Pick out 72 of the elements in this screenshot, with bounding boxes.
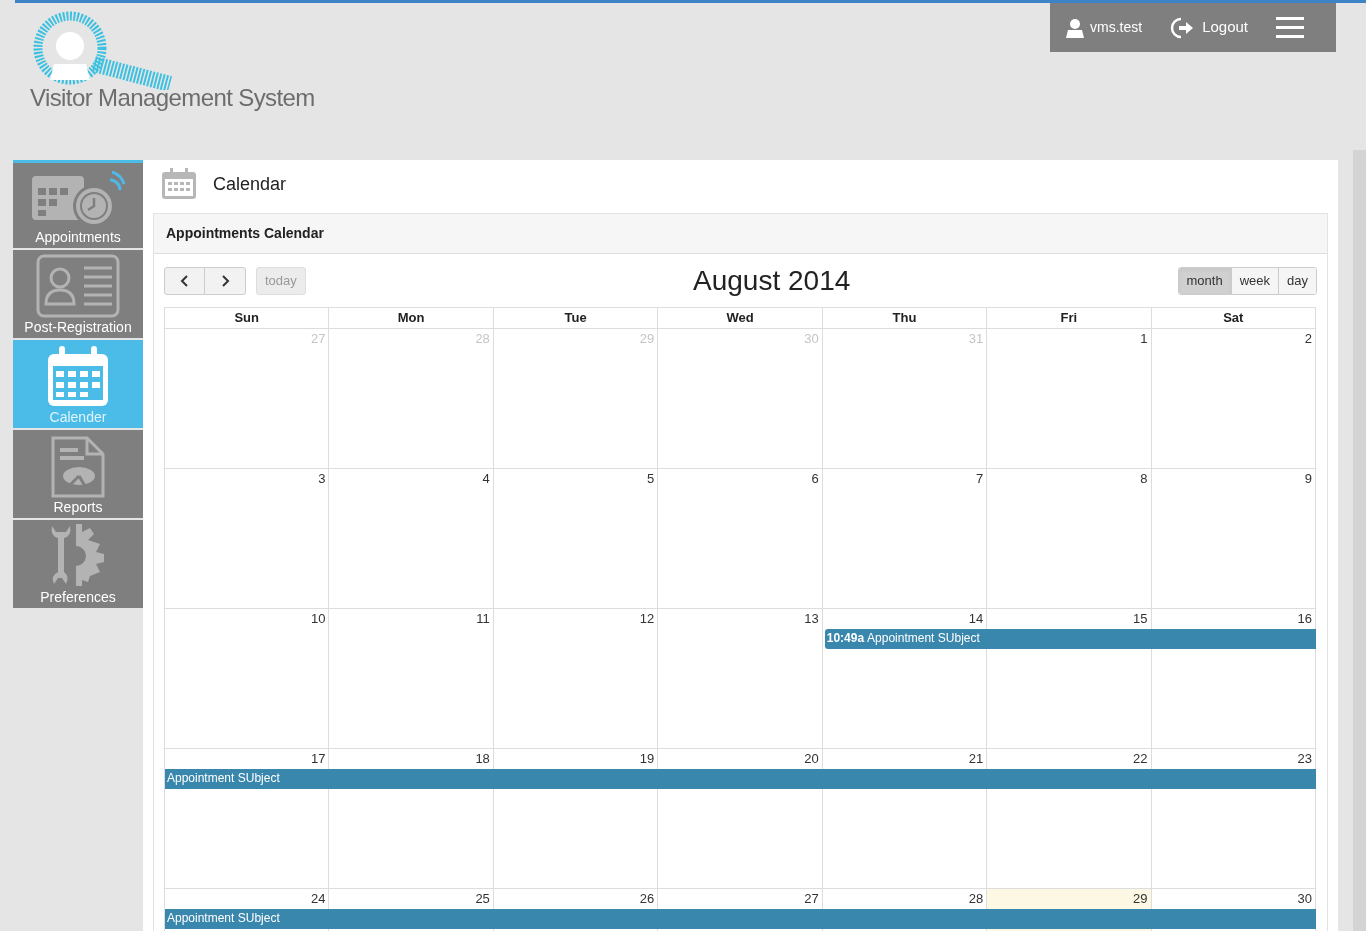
panel-title: Appointments Calendar — [166, 224, 324, 243]
menu-icon[interactable] — [1276, 15, 1304, 40]
event-bar[interactable]: Appointment SUbject — [165, 769, 1316, 789]
sidebar-item[interactable]: Appointments — [13, 160, 143, 250]
day-number: 29 — [1133, 890, 1149, 908]
report-document-icon — [51, 436, 105, 498]
day-number: 27 — [804, 890, 820, 908]
day-number: 14 — [968, 610, 985, 628]
event-time: 10:49a — [826, 631, 865, 645]
chevron-left-icon — [179, 274, 190, 287]
day-number: 5 — [647, 470, 656, 488]
day-number: 20 — [804, 750, 820, 768]
sidebar-item[interactable]: Reports — [13, 430, 143, 520]
day-number: 29 — [639, 330, 656, 348]
day-number: 26 — [639, 890, 656, 908]
day-number: 7 — [975, 470, 985, 488]
day-number: 15 — [1133, 610, 1149, 628]
event-bar[interactable]: 10:49a Appointment SUbject — [824, 629, 1316, 649]
page-title: Calendar — [213, 172, 287, 196]
chevron-right-icon — [220, 274, 230, 287]
view-tab[interactable]: day — [1278, 267, 1316, 294]
day-header: Tue — [493, 308, 659, 329]
day-number: 18 — [475, 750, 491, 768]
day-number: 27 — [310, 330, 327, 348]
day-number: 19 — [639, 750, 656, 768]
day-header: Sun — [165, 308, 330, 329]
day-number: 30 — [1297, 890, 1313, 908]
day-header: Thu — [822, 308, 988, 329]
view-tab[interactable]: month — [1178, 267, 1231, 294]
day-number: 25 — [475, 890, 491, 908]
day-number: 9 — [1304, 470, 1313, 488]
day-number: 28 — [475, 330, 491, 348]
app-title: Visitor Management System — [30, 86, 315, 110]
day-number: 1 — [1140, 330, 1149, 348]
day-number: 16 — [1297, 610, 1313, 628]
day-number: 12 — [639, 610, 656, 628]
day-number: 4 — [482, 470, 491, 488]
logout-link[interactable]: Logout — [1170, 15, 1248, 40]
day-number: 6 — [811, 470, 820, 488]
day-number: 23 — [1297, 750, 1313, 768]
day-number: 17 — [310, 750, 327, 768]
day-header: Wed — [658, 308, 823, 329]
day-number: 24 — [310, 890, 327, 908]
calendar-icon — [46, 346, 110, 408]
id-card-icon — [36, 254, 120, 318]
magnifier-logo-icon — [32, 10, 174, 90]
day-number: 3 — [318, 470, 327, 488]
day-number: 22 — [1133, 750, 1149, 768]
day-number: 10 — [310, 610, 327, 628]
event-title: Appointment SUbject — [167, 771, 280, 785]
calendar-icon — [161, 168, 197, 200]
day-number: 13 — [804, 610, 820, 628]
day-header: Sat — [1151, 308, 1316, 329]
day-number: 28 — [968, 890, 985, 908]
month-title: August 2014 — [693, 263, 851, 298]
day-header: Fri — [987, 308, 1152, 329]
event-title: Appointment SUbject — [167, 911, 280, 925]
user-icon — [1066, 17, 1084, 38]
day-number: 2 — [1304, 330, 1313, 348]
today-button[interactable]: today — [256, 266, 306, 295]
event-title: Appointment SUbject — [867, 631, 980, 645]
day-number: 21 — [968, 750, 985, 768]
view-tab[interactable]: week — [1230, 267, 1279, 294]
user-link[interactable]: vms.test — [1066, 17, 1143, 38]
day-number: 11 — [476, 610, 491, 628]
day-number: 8 — [1140, 470, 1149, 488]
day-number: 30 — [804, 330, 820, 348]
event-bar[interactable]: Appointment SUbject — [165, 909, 1316, 929]
sidebar-item[interactable]: Post-Registration — [13, 250, 143, 340]
sidebar-item[interactable]: Preferences — [13, 520, 143, 610]
day-number: 31 — [968, 330, 985, 348]
day-header: Mon — [329, 308, 494, 329]
